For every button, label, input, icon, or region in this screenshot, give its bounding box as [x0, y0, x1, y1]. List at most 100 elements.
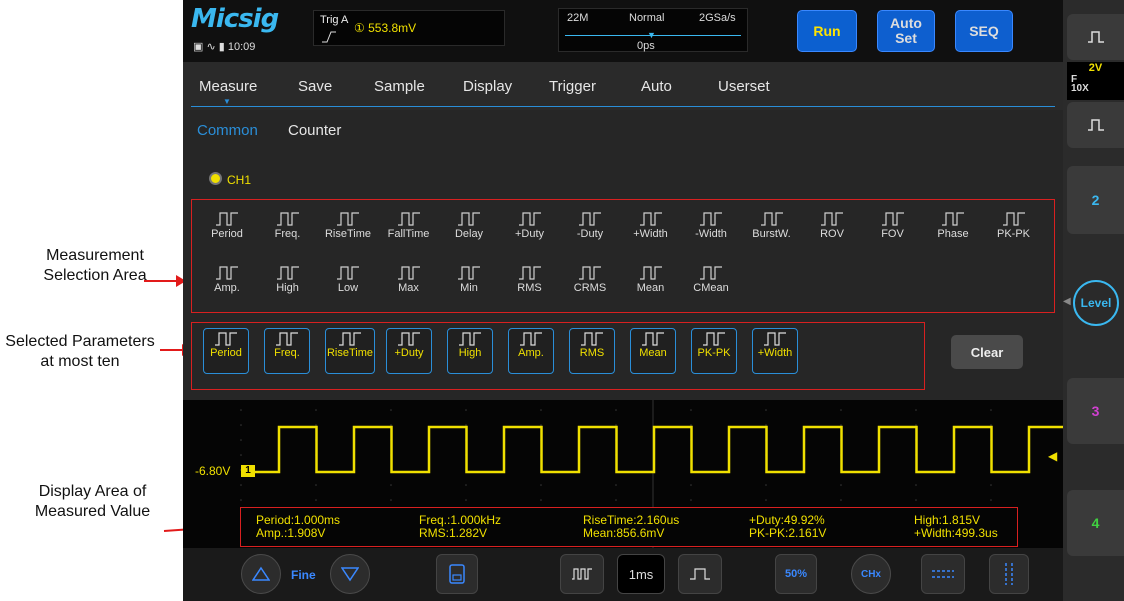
- fifty-percent-button[interactable]: 50%: [775, 554, 817, 594]
- timebase-decrease-button[interactable]: [560, 554, 604, 594]
- level-knob[interactable]: Level: [1073, 280, 1119, 326]
- measure-item-label: Period: [211, 228, 243, 240]
- measure-item-width[interactable]: -Width: [683, 212, 739, 240]
- timebase-increase-button[interactable]: [678, 554, 722, 594]
- measure-item-label: Amp.: [214, 282, 240, 294]
- measure-item-freq[interactable]: Freq.: [260, 212, 316, 240]
- vertical-cursor-button[interactable]: [989, 554, 1029, 594]
- tab-counter[interactable]: Counter: [288, 122, 341, 139]
- measure-item-label: FOV: [881, 228, 904, 240]
- arrow-measurement-selection: [144, 275, 186, 287]
- measure-item-mean[interactable]: Mean: [623, 266, 679, 294]
- measure-item-high[interactable]: High: [260, 266, 316, 294]
- tab-common[interactable]: Common: [197, 122, 258, 139]
- time-offset: 0ps: [637, 40, 655, 52]
- ch2-label: 2: [1091, 192, 1100, 208]
- ch3-button[interactable]: 3: [1067, 378, 1124, 444]
- menu-display[interactable]: Display: [463, 78, 512, 95]
- selected-param-label: Mean: [639, 347, 667, 359]
- channel-selector[interactable]: CH1: [209, 172, 251, 187]
- measure-risetime-icon: [337, 212, 359, 226]
- measure-cmean-icon: [700, 266, 722, 280]
- measure-item-crms[interactable]: CRMS: [562, 266, 618, 294]
- measure-item-max[interactable]: Max: [381, 266, 437, 294]
- ch4-label: 4: [1091, 515, 1100, 531]
- measure-item-label: ROV: [820, 228, 844, 240]
- right-channel-panel: 2V F 10X 2 Level ◀ 3 4: [1063, 0, 1124, 601]
- measure-item-risetime[interactable]: RiseTime: [320, 212, 376, 240]
- measure-item-delay[interactable]: Delay: [441, 212, 497, 240]
- increase-button[interactable]: [241, 554, 281, 594]
- menu-measure[interactable]: Measure: [199, 78, 257, 95]
- selected-param-duty[interactable]: +Duty: [386, 328, 432, 374]
- clear-button[interactable]: Clear: [951, 335, 1023, 369]
- fine-label[interactable]: Fine: [291, 568, 316, 582]
- selected-param-period[interactable]: Period: [203, 328, 249, 374]
- measure-item-label: Min: [460, 282, 478, 294]
- menu-sample[interactable]: Sample: [374, 78, 425, 95]
- measure-item-amp[interactable]: Amp.: [199, 266, 255, 294]
- measure-item-phase[interactable]: Phase: [925, 212, 981, 240]
- ch1-probe: 10X: [1071, 83, 1089, 94]
- measure-item-label: RiseTime: [324, 228, 372, 240]
- rising-edge-icon: [322, 31, 336, 43]
- selected-param-rms[interactable]: RMS: [569, 328, 615, 374]
- run-button[interactable]: Run: [797, 10, 857, 52]
- waveform-type-button[interactable]: [1067, 14, 1124, 60]
- measure-item-label: BurstW.: [752, 228, 791, 240]
- memory-depth: 22M: [567, 12, 589, 24]
- decrease-button[interactable]: [330, 554, 370, 594]
- measure-item-cmean[interactable]: CMean: [683, 266, 739, 294]
- ch4-button[interactable]: 4: [1067, 490, 1124, 556]
- horizontal-cursor-button[interactable]: [921, 554, 965, 594]
- measure-item-min[interactable]: Min: [441, 266, 497, 294]
- measure-item-label: PK-PK: [996, 228, 1030, 240]
- measure-item-rov[interactable]: ROV: [804, 212, 860, 240]
- selected-param-high[interactable]: High: [447, 328, 493, 374]
- menu-trigger[interactable]: Trigger: [549, 78, 596, 95]
- measure-item-rms[interactable]: RMS: [502, 266, 558, 294]
- menu-userset[interactable]: Userset: [718, 78, 770, 95]
- menu-auto[interactable]: Auto: [641, 78, 672, 95]
- horizontal-cursors-icon: [932, 570, 954, 578]
- selected-param-width[interactable]: +Width: [752, 328, 798, 374]
- menu-save[interactable]: Save: [298, 78, 332, 95]
- channel-pulse-button[interactable]: [1067, 102, 1124, 148]
- system-status: ▣ ∿ ▮ 10:09: [193, 40, 255, 53]
- measure-item-low[interactable]: Low: [320, 266, 376, 294]
- brand-logo: Micsig: [191, 4, 279, 34]
- selected-param-risetime[interactable]: RiseTime: [325, 328, 375, 374]
- measure-item-pk-pk[interactable]: PK-PK: [986, 212, 1042, 240]
- save-file-button[interactable]: [436, 554, 478, 594]
- ch1-settings-box[interactable]: 2V F 10X: [1067, 62, 1124, 100]
- seq-button[interactable]: SEQ: [955, 10, 1013, 52]
- ch1-waveform-trace: [241, 425, 1063, 474]
- annotation-selected-parameters: Selected Parameters at most ten: [5, 333, 155, 370]
- readout-column: +Duty:49.92% PK-PK:2.161V: [749, 514, 826, 540]
- autoset-button[interactable]: Auto Set: [877, 10, 935, 52]
- trigger-level-marker-icon[interactable]: ◀: [1048, 449, 1057, 463]
- selected-param-freq[interactable]: Freq.: [264, 328, 310, 374]
- timebase-info[interactable]: 22M Normal 2GSa/s ▼ 0ps: [558, 8, 748, 52]
- ch1-marker[interactable]: 1: [241, 465, 255, 477]
- measure-item-fov[interactable]: FOV: [865, 212, 921, 240]
- measure-high-icon: [276, 266, 299, 280]
- ch2-button[interactable]: 2: [1067, 166, 1124, 234]
- selected-width-icon: [764, 332, 786, 346]
- selected-high-icon: [459, 332, 481, 346]
- selected-param-pk-pk[interactable]: PK-PK: [691, 328, 737, 374]
- selected-param-mean[interactable]: Mean: [630, 328, 676, 374]
- selected-param-amp[interactable]: Amp.: [508, 328, 554, 374]
- trigger-position-marker: ▼: [647, 30, 656, 40]
- run-label: Run: [813, 22, 841, 39]
- chx-button[interactable]: CHx: [851, 554, 891, 594]
- measure-item-width[interactable]: +Width: [623, 212, 679, 240]
- selected-param-label: +Width: [757, 347, 793, 359]
- trigger-info[interactable]: Trig A ① 553.8mV: [313, 10, 505, 46]
- measure-item-falltime[interactable]: FallTime: [381, 212, 437, 240]
- measure-item-duty[interactable]: -Duty: [562, 212, 618, 240]
- measure-item-duty[interactable]: +Duty: [502, 212, 558, 240]
- measure-item-period[interactable]: Period: [199, 212, 255, 240]
- measure-item-burstw[interactable]: BurstW.: [744, 212, 800, 240]
- clock-time: 10:09: [227, 41, 256, 53]
